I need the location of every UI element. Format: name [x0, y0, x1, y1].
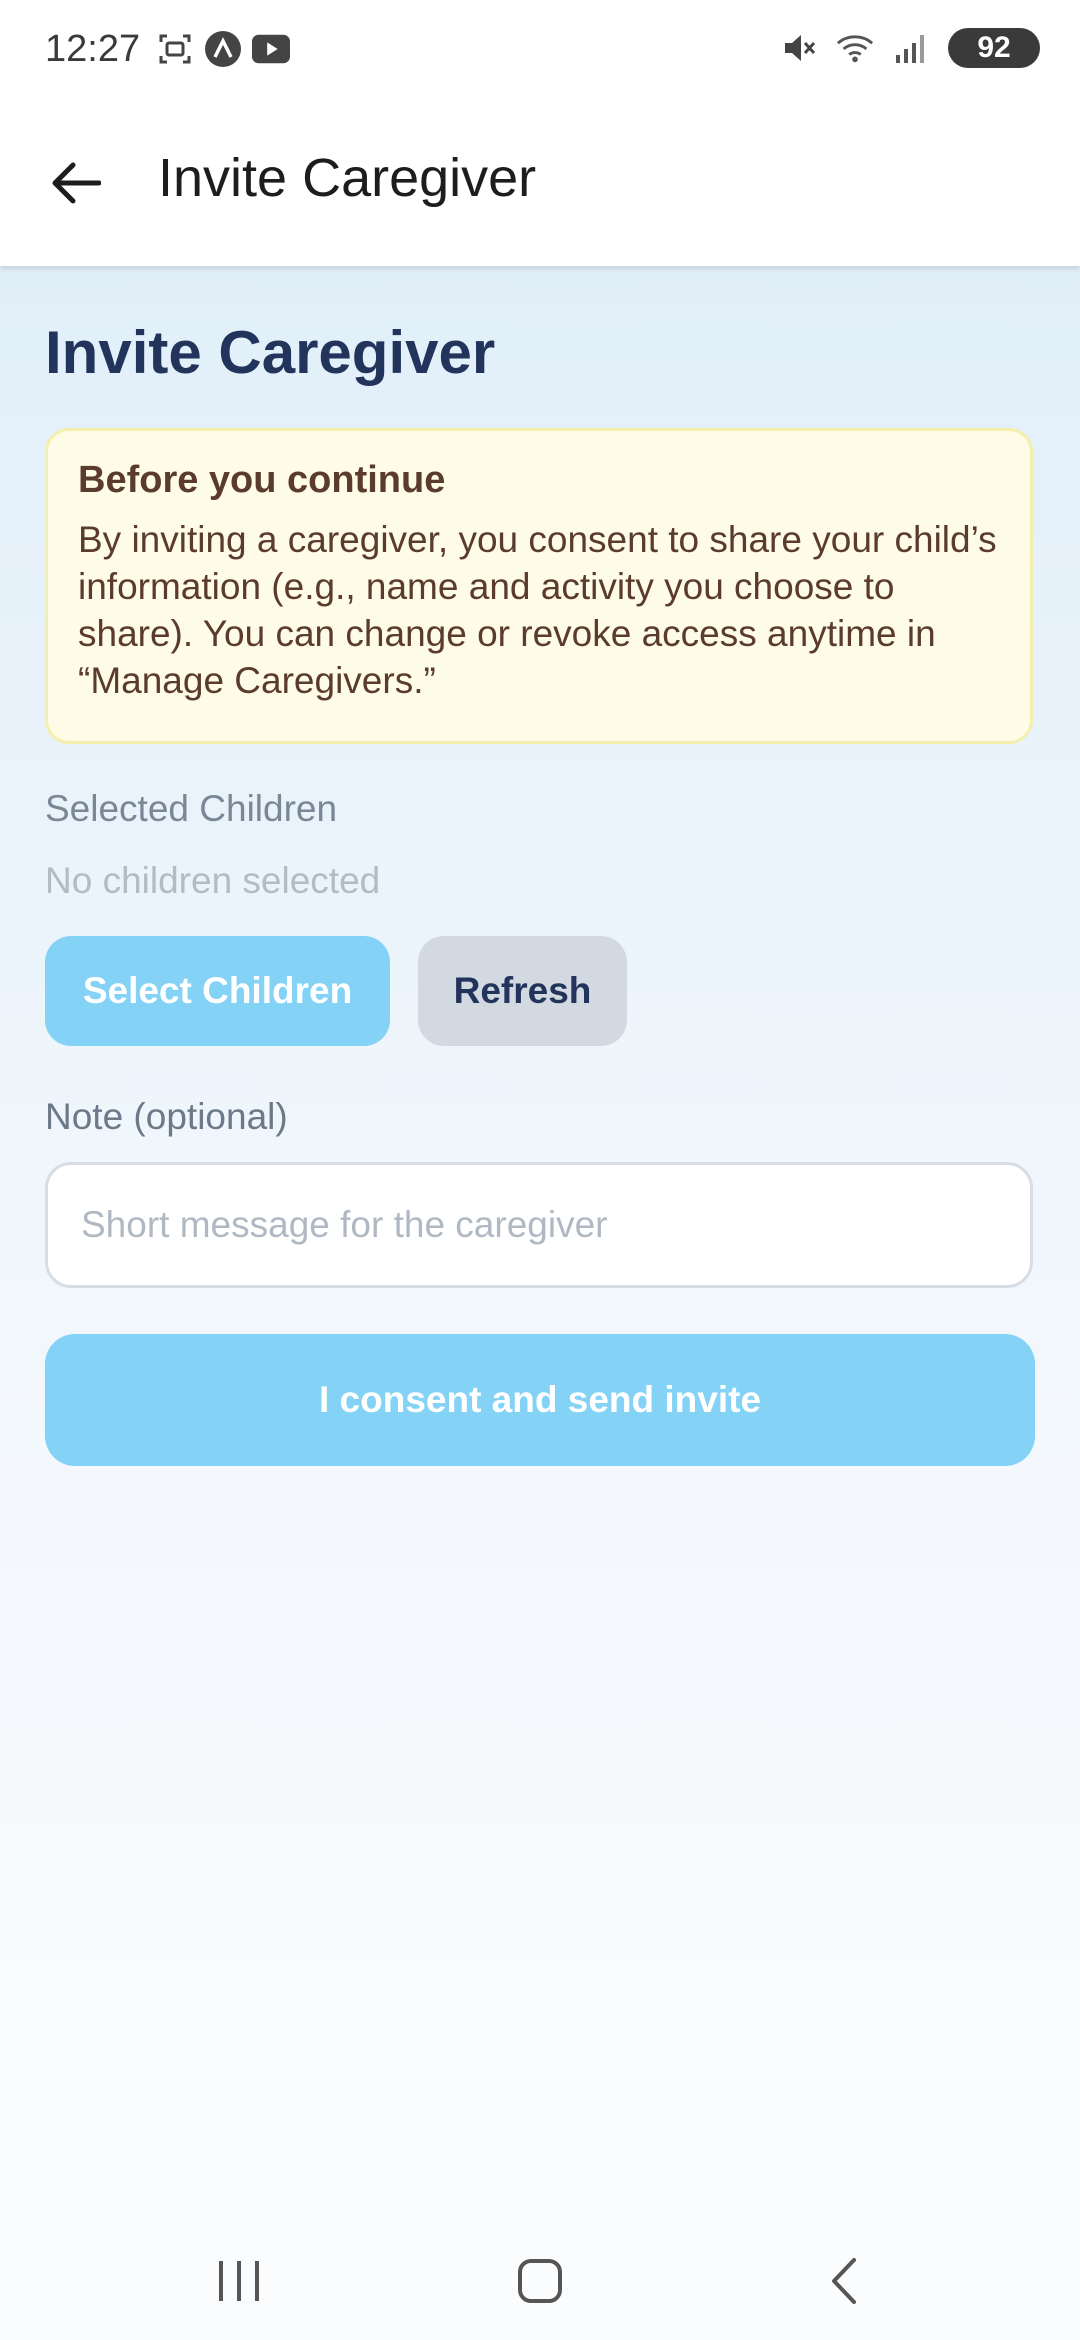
notice-title: Before you continue	[78, 459, 446, 501]
note-label: Note (optional)	[45, 1096, 288, 1137]
recent-apps-icon	[219, 2261, 259, 2301]
battery-icon: 92	[948, 28, 1040, 68]
selected-children-label: Selected Children	[45, 788, 338, 829]
refresh-button[interactable]: Refresh	[418, 936, 627, 1046]
app-notification-icon	[204, 30, 242, 68]
app-bar: Invite Caregiver	[0, 100, 1080, 266]
wifi-icon	[836, 29, 874, 67]
battery-level: 92	[977, 31, 1011, 64]
notice-body: By inviting a caregiver, you consent to …	[78, 519, 997, 701]
no-children-text: No children selected	[45, 860, 381, 901]
chevron-left-icon	[832, 2258, 856, 2304]
status-time: 12:27	[45, 28, 141, 70]
signal-icon	[892, 29, 930, 67]
recent-apps-button[interactable]	[199, 2248, 279, 2314]
consent-notice: Before you continue By inviting a caregi…	[45, 428, 1033, 744]
main-content: Invite Caregiver Before you continue By …	[0, 266, 1080, 2186]
arrow-left-icon	[52, 162, 101, 204]
status-right-icons: 92	[780, 28, 1040, 68]
consent-send-invite-button[interactable]: I consent and send invite	[45, 1334, 1035, 1466]
select-children-button[interactable]: Select Children	[45, 936, 390, 1046]
status-left-icons	[156, 30, 290, 68]
home-icon	[518, 2259, 562, 2303]
note-input[interactable]	[45, 1162, 1033, 1288]
screenshot-icon	[156, 30, 194, 68]
mute-icon	[780, 29, 818, 67]
youtube-icon	[252, 30, 290, 68]
system-back-button[interactable]	[804, 2248, 884, 2314]
app-bar-title: Invite Caregiver	[158, 148, 537, 208]
status-bar: 12:27 92	[0, 0, 1080, 100]
page-title: Invite Caregiver	[45, 319, 496, 386]
system-nav-bar	[0, 2186, 1080, 2340]
back-button[interactable]	[40, 148, 110, 218]
home-button[interactable]	[500, 2248, 580, 2314]
